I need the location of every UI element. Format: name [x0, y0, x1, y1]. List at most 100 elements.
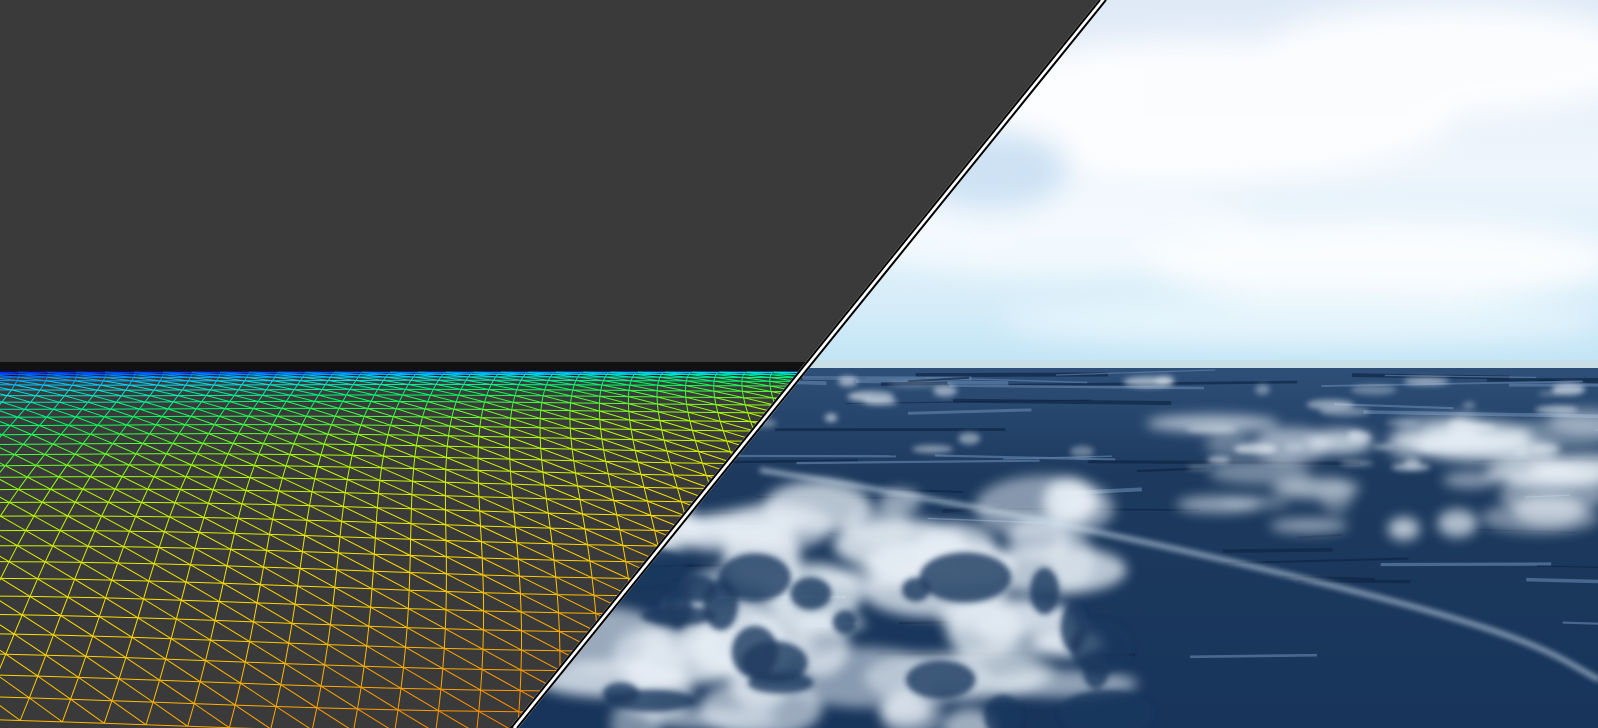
wireframe-edge — [480, 689, 521, 692]
foam-patch — [1221, 497, 1290, 509]
wireframe-edge — [213, 489, 247, 491]
foam-patch — [1462, 401, 1476, 409]
wireframe-edge — [539, 427, 571, 429]
foam-patch — [1385, 420, 1420, 426]
foam-patch — [683, 520, 741, 552]
wireframe-edge — [665, 371, 691, 374]
wireframe-edge — [135, 515, 170, 518]
water-streak — [1223, 547, 1333, 553]
wireframe-edge — [383, 455, 415, 458]
wireframe-edge — [622, 544, 659, 547]
foam-patch — [933, 384, 957, 397]
wireframe-edge — [509, 459, 511, 472]
wireframe-edge — [685, 380, 687, 386]
foam-patch — [1387, 517, 1420, 541]
wireframe-edge — [666, 450, 699, 452]
wireframe-edge — [478, 435, 510, 438]
wireframe-edge — [670, 462, 703, 464]
foam-patch — [832, 610, 858, 634]
foam-patch — [1551, 383, 1586, 395]
wireframe-edge — [387, 434, 419, 436]
foam-patch — [1070, 445, 1094, 458]
wireframe-edge — [520, 650, 522, 671]
wireframe-edge — [608, 473, 641, 475]
wireframe-edge — [619, 529, 655, 531]
wireframe-edge — [592, 577, 629, 579]
wireframe-edge — [644, 486, 678, 489]
foam-patch — [919, 552, 1012, 603]
wireframe-edge — [217, 476, 251, 479]
wireframe-edge — [603, 449, 636, 451]
wireframe-edge — [88, 545, 124, 548]
foam-patch — [905, 660, 976, 700]
wireframe-edge — [647, 500, 682, 503]
foam-patch — [1403, 377, 1450, 385]
foam-patch — [641, 605, 716, 626]
wireframe-edge — [558, 612, 596, 614]
wireframe-edge — [481, 668, 522, 671]
wireframe-edge — [555, 576, 593, 579]
wireframe-edge — [317, 466, 350, 468]
wireframe-edge — [449, 425, 480, 428]
foam-patch — [1060, 603, 1087, 653]
foam-patch — [1306, 399, 1354, 410]
wireframe-edge — [629, 419, 660, 421]
wireframe-edge — [385, 444, 417, 447]
foam-patch — [1421, 441, 1436, 451]
wireframe-edge — [22, 614, 61, 617]
wireframe-edge — [540, 447, 573, 450]
wireframe-edge — [416, 445, 448, 447]
foam-patch — [1461, 424, 1497, 431]
wireframe-edge — [285, 465, 318, 467]
wireframe-edge — [481, 557, 484, 576]
foam-patch — [1535, 405, 1579, 414]
wireframe-edge — [664, 439, 696, 442]
wireframe-edge — [587, 544, 623, 546]
wireframe-edge — [481, 417, 511, 419]
wireframe-edge — [741, 385, 743, 392]
wireframe-edge — [627, 390, 630, 397]
wireframe-edge — [409, 555, 411, 573]
wireframe-edge — [208, 502, 243, 505]
foam-patch — [1373, 444, 1395, 450]
wireframe-edge — [610, 486, 645, 488]
wireframe-edge — [482, 574, 484, 593]
foam-patch — [602, 682, 640, 705]
foam-patch — [741, 641, 808, 684]
foam-patch — [1030, 567, 1060, 615]
foam-patch — [1255, 384, 1270, 395]
wireframe-edge — [444, 609, 447, 629]
wireframe-edge — [81, 561, 118, 564]
foam-patch — [1285, 442, 1305, 452]
foam-patch — [911, 445, 954, 454]
foam-patch — [1187, 465, 1212, 470]
wireframe-edge — [418, 434, 449, 437]
wireframe-edge — [572, 448, 604, 451]
wireframe-edge — [448, 435, 479, 437]
foam-patch — [1208, 460, 1311, 485]
foam-patch — [723, 502, 833, 551]
foam-patch — [888, 382, 939, 388]
wireframe-edge — [445, 371, 473, 374]
wireframe-edge — [445, 457, 447, 470]
wireframe-edge — [478, 496, 481, 512]
foam-patch — [1207, 456, 1230, 464]
wireframe-edge — [408, 572, 411, 591]
wireframe-edge — [174, 502, 209, 504]
foam-patch — [1185, 425, 1237, 434]
wireframe-edge — [539, 410, 542, 419]
wireframe-edge — [349, 466, 382, 469]
wireframe-edge — [540, 437, 572, 439]
foam-patch — [1269, 518, 1349, 534]
wireframe-edge — [482, 629, 484, 650]
wireframe-edge — [447, 445, 479, 448]
wireframe-edge — [509, 418, 512, 428]
foam-patch — [1155, 375, 1175, 387]
wireframe-edge — [438, 710, 479, 712]
wireframe-edge — [169, 516, 204, 518]
wireframe-edge — [589, 560, 626, 563]
wireframe-edge — [314, 478, 348, 480]
wireframe-edge — [509, 436, 541, 439]
wireframe-edge — [601, 438, 633, 441]
wireframe-edge — [129, 530, 165, 533]
